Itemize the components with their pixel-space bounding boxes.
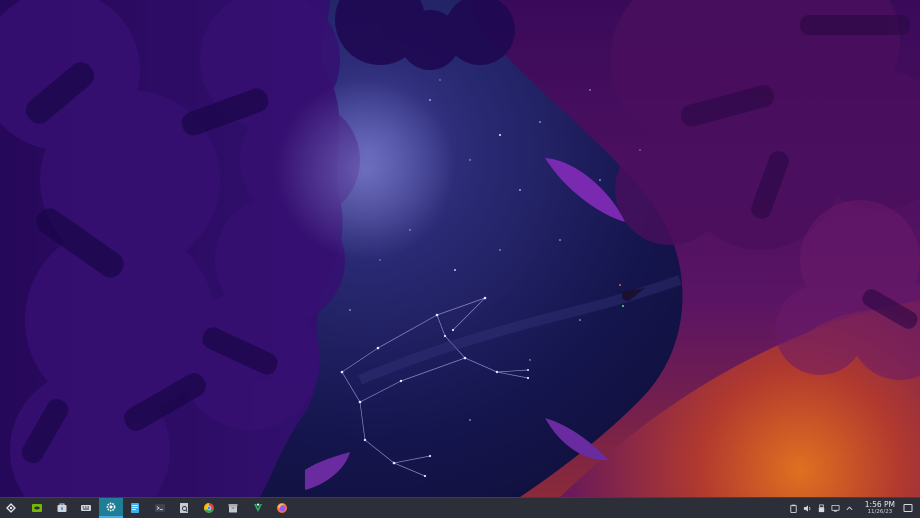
- system-settings-icon: [106, 502, 116, 512]
- tray-expand[interactable]: [843, 501, 857, 515]
- tray-usb-device[interactable]: [815, 501, 829, 515]
- clock-date: 11/26/23: [867, 508, 893, 515]
- archive-icon: [228, 504, 238, 513]
- task-vector-app[interactable]: [246, 498, 271, 518]
- terminal-icon: [154, 504, 165, 512]
- chrome-icon: [203, 503, 214, 513]
- nvidia-icon: [32, 504, 43, 512]
- firefox-icon: [277, 503, 288, 513]
- tray-expand-icon: [846, 506, 853, 510]
- task-input-device[interactable]: [74, 498, 99, 518]
- show-desktop-button[interactable]: [901, 501, 915, 515]
- tray-volume[interactable]: [801, 501, 815, 515]
- show-desktop-icon: [903, 504, 913, 512]
- task-text-editor[interactable]: [123, 498, 148, 518]
- app-launcher-button[interactable]: [1, 498, 21, 518]
- desktop[interactable]: [0, 0, 920, 497]
- task-discover[interactable]: [50, 498, 75, 518]
- task-nvidia[interactable]: [25, 498, 50, 518]
- task-manager: [25, 498, 295, 518]
- display-icon: [831, 504, 840, 512]
- task-archive[interactable]: [221, 498, 246, 518]
- clock-time: 1:56 PM: [864, 500, 895, 509]
- clipboard-icon: [790, 504, 797, 513]
- task-document-viewer[interactable]: [172, 498, 197, 518]
- digital-clock[interactable]: 1:56 PM 11/26/23: [865, 501, 895, 515]
- taskbar: 1:56 PM 11/26/23: [0, 497, 920, 518]
- task-firefox[interactable]: [270, 498, 295, 518]
- tray-display[interactable]: [829, 501, 843, 515]
- task-chrome[interactable]: [197, 498, 222, 518]
- input-device-icon: [81, 505, 92, 511]
- wallpaper: [0, 0, 920, 497]
- text-editor-icon: [131, 503, 140, 513]
- volume-icon: [804, 504, 811, 512]
- discover-icon: [57, 503, 67, 512]
- system-tray: 1:56 PM 11/26/23: [787, 498, 920, 518]
- usb-device-icon: [819, 503, 825, 512]
- vector-app-icon: [253, 503, 262, 512]
- document-viewer-icon: [180, 503, 189, 513]
- tray-clipboard[interactable]: [787, 501, 801, 515]
- task-terminal[interactable]: [148, 498, 173, 518]
- task-system-settings[interactable]: [98, 498, 123, 518]
- app-launcher-icon: [6, 503, 16, 513]
